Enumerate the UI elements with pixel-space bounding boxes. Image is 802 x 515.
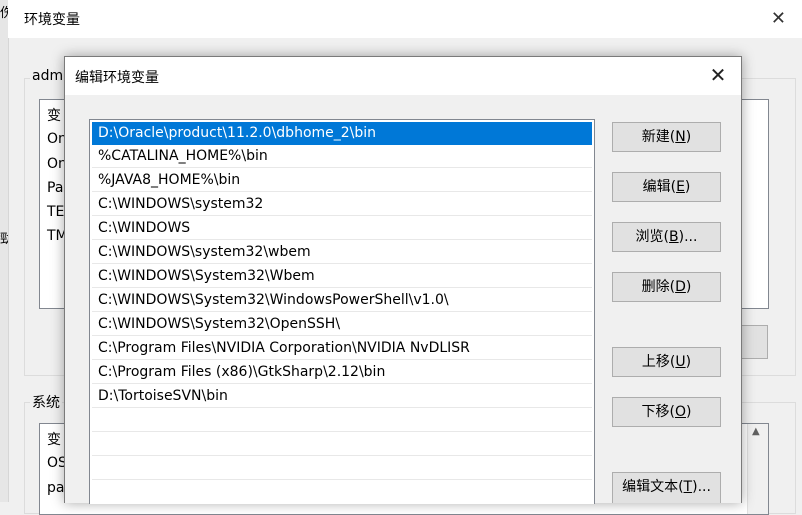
button-label: 新建( — [641, 129, 676, 145]
move-down-button[interactable]: 下移(O) — [612, 397, 721, 427]
left-edge-glyph: 勁 — [0, 232, 8, 247]
scroll-up-icon[interactable]: ▲ — [752, 426, 760, 437]
button-accesskey: E — [676, 179, 685, 195]
list-item[interactable]: Pa — [47, 180, 63, 196]
edit-environment-variable-dialog: 编辑环境变量 ✕ D:\Oracle\product\11.2.0\dbhome… — [64, 56, 742, 504]
path-row[interactable]: C:\WINDOWS\system32\wbem — [92, 241, 592, 264]
browse-button[interactable]: 浏览(B)... — [612, 222, 721, 252]
list-item[interactable]: 变 — [47, 105, 61, 125]
system-variables-group-label: 系统 — [30, 392, 62, 412]
left-window-edge: 伤 勁 — [0, 0, 9, 502]
button-label: 浏览( — [635, 229, 670, 245]
left-edge-glyph: 伤 — [0, 6, 8, 21]
button-accesskey: T — [683, 479, 693, 495]
dialog-title: 编辑环境变量 — [75, 70, 159, 86]
delete-button[interactable]: 删除(D) — [612, 272, 721, 302]
button-label-end: ) — [685, 354, 692, 370]
path-row[interactable]: C:\Program Files\NVIDIA Corporation\NVID… — [92, 337, 592, 360]
user-variables-group-label: adm — [30, 68, 66, 84]
bg-titlebar: 环境变量 ✕ — [8, 0, 802, 38]
path-row[interactable]: C:\WINDOWS\system32 — [92, 193, 592, 216]
button-accesskey: O — [674, 404, 687, 420]
button-label: 删除( — [641, 279, 676, 295]
close-icon[interactable]: ✕ — [707, 64, 729, 86]
path-row[interactable]: %CATALINA_HOME%\bin — [92, 145, 592, 168]
path-row[interactable] — [92, 409, 592, 432]
bg-close-icon[interactable]: ✕ — [771, 8, 786, 29]
edit-button[interactable]: 编辑(E) — [612, 172, 721, 202]
button-label-end: ) — [685, 279, 692, 295]
button-label: 上移( — [641, 354, 676, 370]
path-row[interactable] — [92, 433, 592, 456]
button-accesskey: N — [675, 129, 686, 145]
path-row[interactable] — [92, 457, 592, 480]
path-row[interactable]: %JAVA8_HOME%\bin — [92, 169, 592, 192]
button-accesskey: D — [675, 279, 686, 295]
button-label-end: )... — [678, 229, 698, 245]
list-item[interactable]: 变 — [47, 429, 61, 449]
button-label: 编辑( — [642, 179, 677, 195]
path-row[interactable]: C:\WINDOWS\System32\Wbem — [92, 265, 592, 288]
button-label-end: )... — [692, 479, 711, 495]
bg-window-title: 环境变量 — [24, 12, 80, 28]
path-row[interactable]: C:\WINDOWS\System32\OpenSSH\ — [92, 313, 592, 336]
button-label-end: ) — [686, 404, 692, 420]
path-row[interactable]: C:\WINDOWS — [92, 217, 592, 240]
list-item[interactable]: pa — [47, 480, 64, 496]
bg-button[interactable] — [739, 325, 768, 359]
path-row[interactable]: D:\Oracle\product\11.2.0\dbhome_2\bin — [92, 122, 592, 145]
move-up-button[interactable]: 上移(U) — [612, 347, 721, 377]
button-label-end: ) — [685, 129, 692, 145]
vertical-scrollbar[interactable]: ▲ — [747, 424, 768, 514]
path-row[interactable]: C:\Program Files (x86)\GtkSharp\2.12\bin — [92, 361, 592, 384]
new-button[interactable]: 新建(N) — [612, 122, 721, 152]
dialog-titlebar: 编辑环境变量 ✕ — [65, 57, 741, 95]
button-label: 下移( — [641, 404, 675, 420]
edit-text-button[interactable]: 编辑文本(T)... — [612, 472, 721, 503]
path-row[interactable]: D:\TortoiseSVN\bin — [92, 385, 592, 408]
button-accesskey: U — [675, 354, 686, 370]
button-label: 编辑文本( — [622, 479, 684, 495]
path-list[interactable]: D:\Oracle\product\11.2.0\dbhome_2\bin %C… — [89, 119, 595, 504]
path-row[interactable]: C:\WINDOWS\System32\WindowsPowerShell\v1… — [92, 289, 592, 312]
button-label-end: ) — [684, 179, 691, 195]
list-item[interactable]: TE — [47, 204, 64, 220]
button-accesskey: B — [669, 229, 679, 245]
